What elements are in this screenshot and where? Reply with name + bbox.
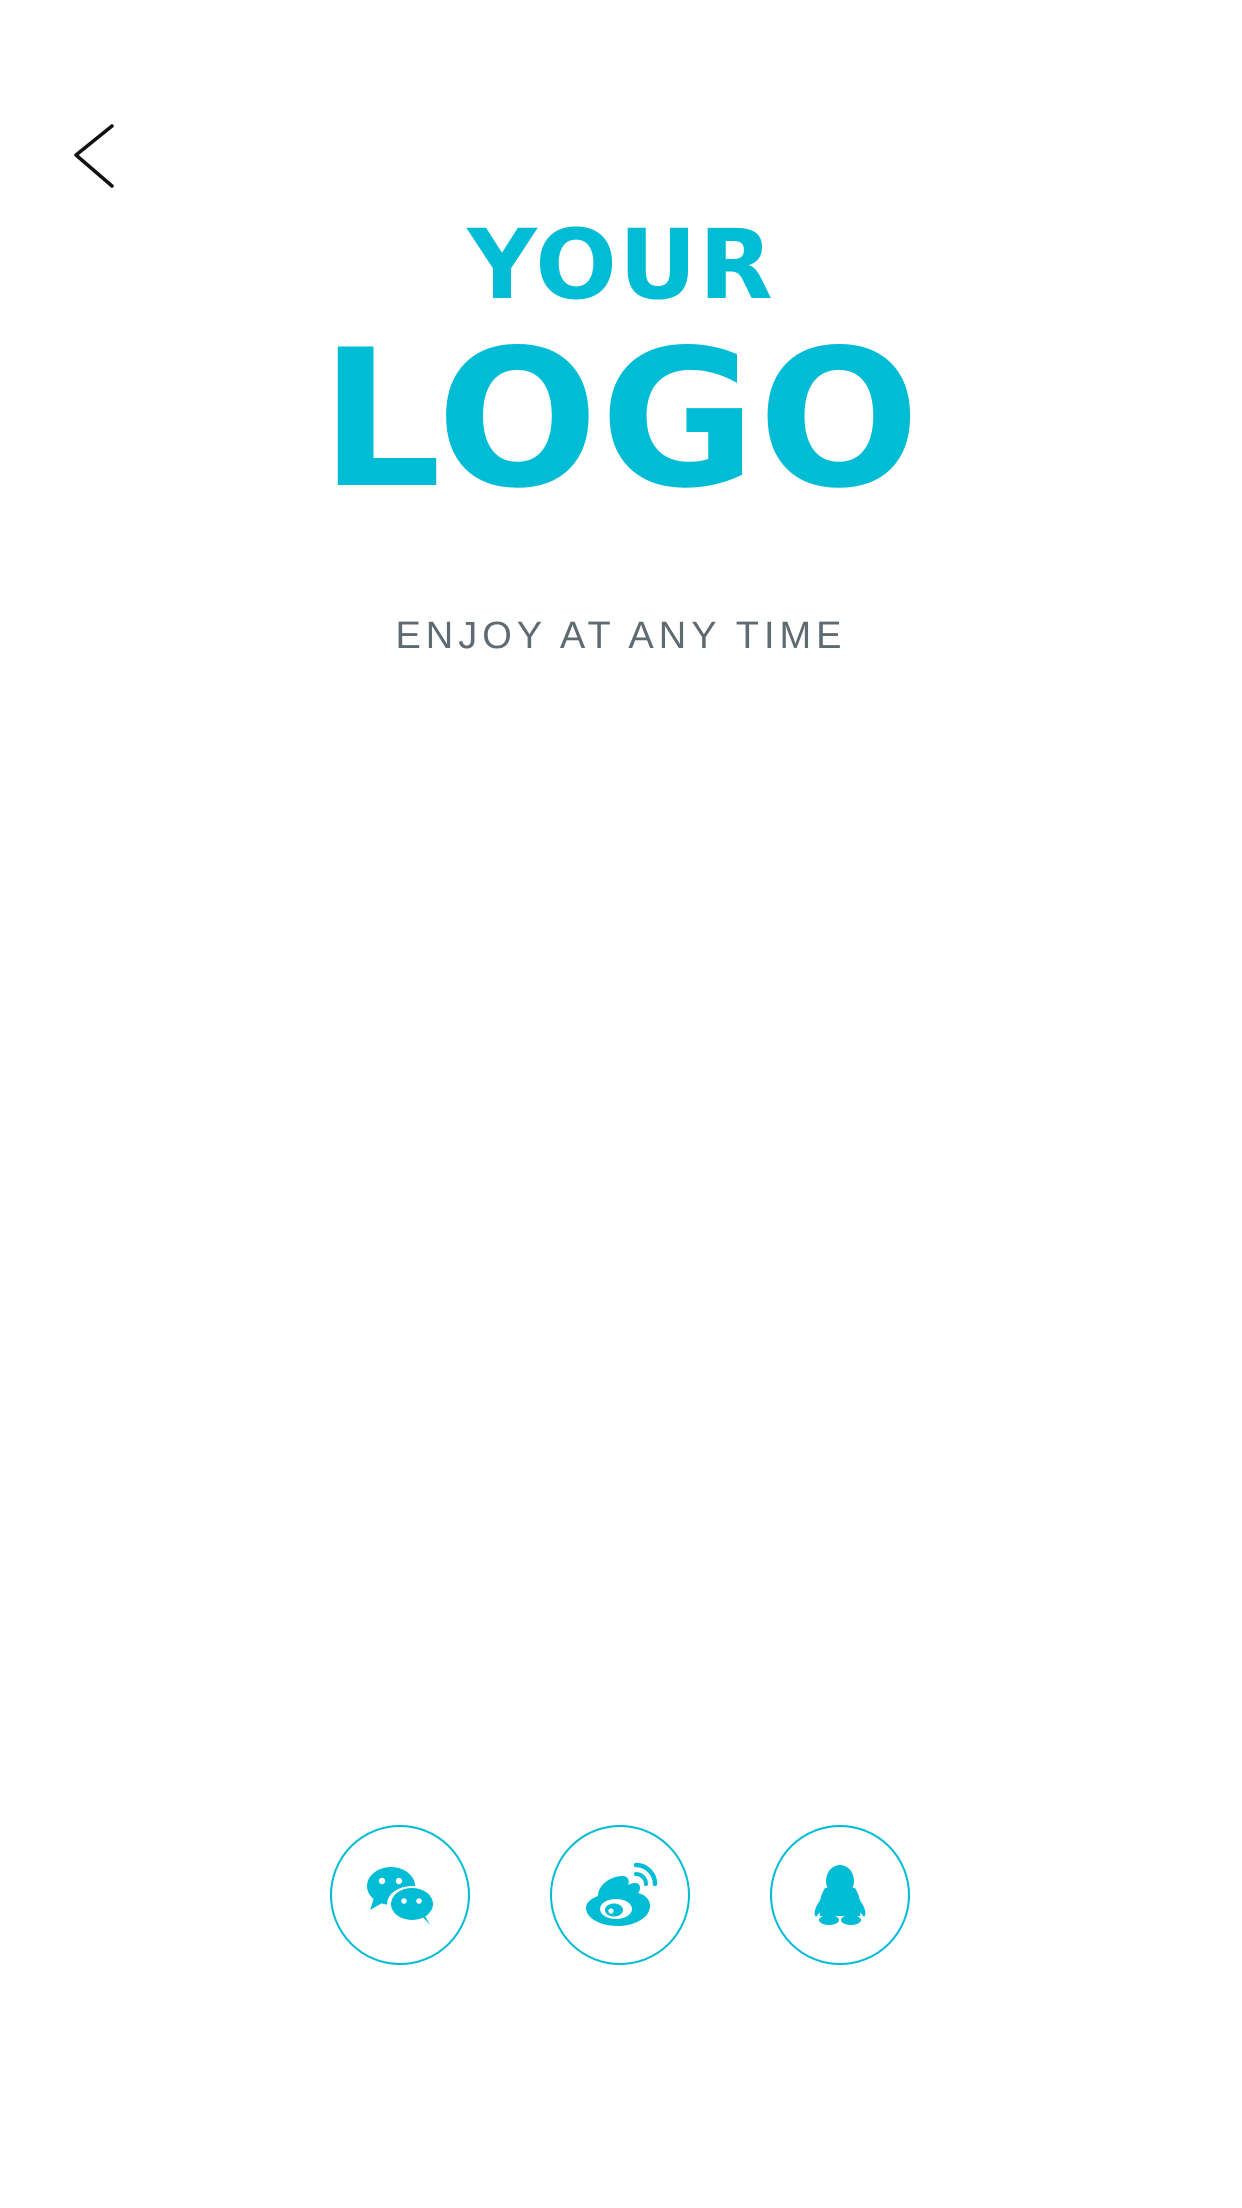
weibo-icon	[586, 1862, 658, 1926]
chevron-left-icon	[74, 124, 114, 188]
qq-icon	[814, 1865, 866, 1925]
logo-line-logo: LOGO	[320, 309, 922, 530]
app-logo: YOUR LOGO	[0, 209, 1242, 530]
qq-login-button[interactable]	[770, 1825, 910, 1965]
tagline: ENJOY AT ANY TIME	[395, 615, 847, 657]
back-button[interactable]	[60, 110, 140, 200]
weibo-login-button[interactable]	[550, 1825, 690, 1965]
wechat-icon	[367, 1867, 437, 1925]
social-login-row	[0, 1825, 1242, 1965]
logo-line-your: YOUR	[467, 209, 775, 321]
wechat-login-button[interactable]	[330, 1825, 470, 1965]
